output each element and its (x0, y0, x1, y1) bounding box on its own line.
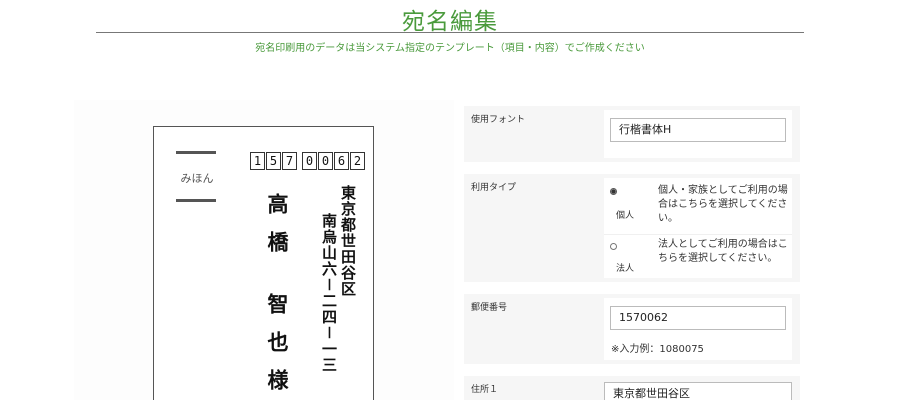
address1-label: 住所１ (471, 385, 499, 395)
preview-honorific: 様 (265, 369, 290, 400)
postal-digit: 2 (350, 152, 365, 170)
usage-type-row: 利用タイプ 個人 個人・家族としてご利用の場合はこちらを選択してください。 法人… (464, 174, 800, 282)
postal-code-input[interactable]: 1570062 (610, 306, 786, 330)
font-row: 使用フォント 行楷書体H (464, 106, 800, 162)
usage-option-personal[interactable]: 個人 個人・家族としてご利用の場合はこちらを選択してください。 (604, 178, 792, 232)
sample-bar-top (176, 151, 216, 154)
usage-option-corporate-desc: 法人としてご利用の場合はこちらを選択してください。 (658, 239, 788, 264)
sample-label: みほん (180, 172, 214, 185)
radio-personal[interactable] (610, 188, 617, 195)
usage-option-personal-desc: 個人・家族としてご利用の場合はこちらを選択してください。 (658, 185, 788, 224)
page-title: 宛名編集 (402, 9, 498, 35)
font-field-area: 行楷書体H (604, 110, 792, 158)
preview-given-name-text: 智也 (265, 293, 290, 369)
usage-type-label: 利用タイプ (471, 183, 517, 193)
preview-address-line1: 東京都世田谷区 (339, 185, 357, 297)
usage-option-corporate[interactable]: 法人 法人としてご利用の場合はこちらを選択してください。 (604, 234, 792, 278)
postal-digit: 5 (266, 152, 281, 170)
address1-row: 住所１ 東京都世田谷区 (464, 376, 800, 400)
edit-form: 使用フォント 行楷書体H 利用タイプ 個人 個人・家族としてご利用の場合はこちら… (464, 106, 800, 400)
font-select[interactable]: 行楷書体H (610, 118, 786, 142)
sample-mark: みほん (176, 151, 218, 203)
postal-code-hint: ※入力例：1080075 (611, 344, 704, 355)
postal-code-row: 郵便番号 1570062 ※入力例：1080075 (464, 294, 800, 364)
usage-type-options: 個人 個人・家族としてご利用の場合はこちらを選択してください。 法人 法人として… (604, 178, 792, 278)
postal-code-label: 郵便番号 (471, 303, 508, 313)
title-divider (96, 32, 804, 33)
postal-digit: 6 (334, 152, 349, 170)
radio-corporate[interactable] (610, 243, 617, 250)
postcard-preview: みほん 1 5 7 0 0 6 2 東京都世田谷区 南烏山六－二四－一三 高橋 … (153, 126, 374, 400)
postal-digit: 7 (282, 152, 297, 170)
page-subtitle: 宛名印刷用のデータは当システム指定のテンプレート（項目・内容）でご作成ください (255, 43, 645, 54)
usage-option-corporate-name: 法人 (616, 264, 635, 274)
postal-digit: 1 (250, 152, 265, 170)
sample-bar-bottom (176, 199, 216, 202)
postal-code-field-area: 1570062 ※入力例：1080075 (604, 298, 792, 360)
postal-code-boxes: 1 5 7 0 0 6 2 (250, 152, 366, 172)
preview-given-name: 智也様 (262, 293, 292, 400)
postal-digit: 0 (302, 152, 317, 170)
address1-input[interactable]: 東京都世田谷区 (604, 382, 792, 400)
postal-digit: 0 (318, 152, 333, 170)
usage-option-personal-name: 個人 (616, 211, 635, 221)
preview-family-name: 高橋 (265, 193, 290, 269)
font-label: 使用フォント (471, 115, 526, 125)
preview-address-line2: 南烏山六－二四－一三 (320, 213, 338, 374)
